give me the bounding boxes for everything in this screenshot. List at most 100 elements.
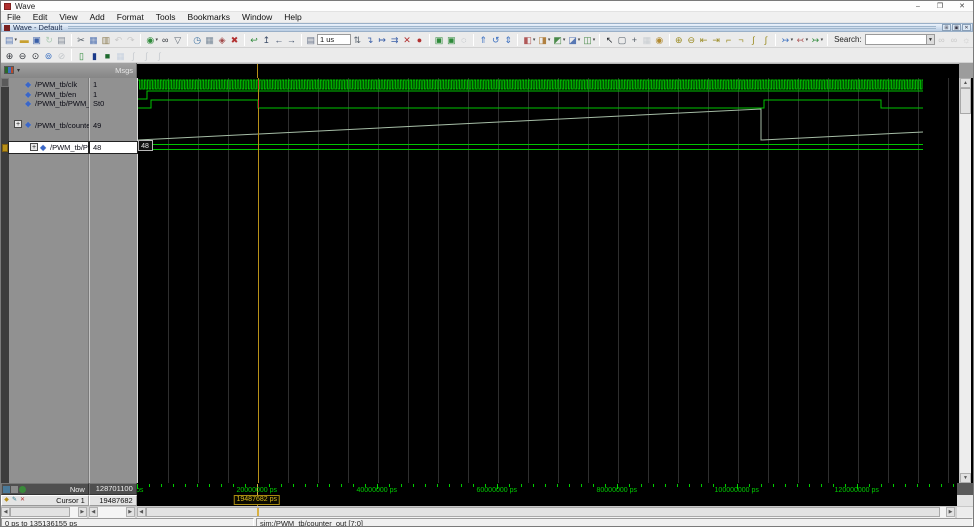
signal-row[interactable]: ◆/PWM_tb/clk (9, 80, 88, 90)
dropdown-arrow-icon[interactable]: ▾ (806, 37, 809, 43)
menu-edit[interactable]: Edit (27, 12, 54, 23)
cursors-icon[interactable] (3, 485, 10, 493)
signal-row[interactable]: ◆/PWM_tb/en (9, 90, 88, 100)
stoplight-button[interactable]: ◉ (653, 33, 665, 46)
signal-value-row[interactable]: 1 (90, 80, 137, 89)
timeline-ruler[interactable]: 0 ps 20000000 ps 40000000 ps 60000000 ps 800… (136, 483, 958, 495)
paste-button[interactable]: ▥ (100, 33, 112, 46)
wave-group-icon[interactable] (4, 66, 14, 74)
zoom-mode-button[interactable]: ▢ (616, 33, 628, 46)
scroll-up-arrow-icon[interactable]: ▲ (960, 78, 971, 88)
full-edge-button[interactable]: ∫ (127, 49, 140, 62)
values-hscrollbar[interactable]: ◀ ▶ (88, 507, 137, 518)
search-up-button[interactable]: ∞ (948, 33, 960, 46)
profile-button[interactable]: ◈ (216, 33, 228, 46)
dropdown-arrow-icon[interactable]: ▾ (533, 37, 536, 43)
step-button[interactable]: ▣ (433, 33, 445, 46)
search-down-button[interactable]: ∞ (935, 33, 947, 46)
find-last-button[interactable]: ⇕ (502, 33, 514, 46)
dropdown-arrow-icon[interactable]: ▾ (593, 37, 596, 43)
delete-cursor-icon[interactable]: ✕ (19, 497, 26, 504)
add-wave-button[interactable]: ↩ (248, 33, 260, 46)
names-hscrollbar[interactable]: ◀ ▶ (1, 507, 89, 518)
event-format-button[interactable]: ■ (101, 49, 114, 62)
signal-row[interactable]: + ◆/PWM_tb/counter_out (9, 108, 108, 142)
back-button[interactable]: ← (273, 33, 285, 46)
analog-format-button[interactable]: ▦ (114, 49, 127, 62)
run-length-input[interactable] (317, 34, 351, 45)
rising-edge-button[interactable]: ∫ (140, 49, 153, 62)
pause-button[interactable]: ◌ (458, 33, 470, 46)
close-button[interactable]: ✕ (951, 1, 973, 12)
signal-value-row[interactable]: St0 (90, 99, 137, 108)
pane-maximize-button[interactable]: ▣ (952, 24, 961, 31)
dropdown-arrow-icon[interactable]: ▾ (156, 37, 159, 43)
wave-hscrollbar[interactable]: ◀ ▶ (136, 507, 958, 518)
search-options-button[interactable]: ☼ (960, 33, 972, 46)
signal-row[interactable]: ◆/PWM_tb/PWM_out (9, 99, 101, 109)
scroll-left-arrow-icon[interactable]: ◀ (136, 507, 146, 517)
prev-rising-edge-button[interactable]: ∫ (747, 33, 759, 46)
print-button[interactable]: ▤ (55, 33, 67, 46)
restore-button[interactable]: ❐ (929, 1, 951, 12)
signal-value-row[interactable]: 1 (90, 90, 137, 99)
cut-button[interactable]: ✂ (75, 33, 87, 46)
scroll-up-icon[interactable] (1, 78, 9, 87)
run-button[interactable]: ↴ (363, 33, 375, 46)
titlebar[interactable]: Wave – ❐ ✕ (1, 1, 973, 12)
wave-hscroll-thumb[interactable] (145, 507, 940, 517)
expand-icon[interactable]: + (30, 142, 38, 151)
literal-format-button[interactable]: ▯ (75, 49, 88, 62)
msgs-column-header[interactable]: Msgs (115, 66, 133, 75)
grid-icon[interactable] (11, 485, 18, 493)
continue-button[interactable]: ↦ (376, 33, 388, 46)
dropdown-arrow-icon[interactable]: ▾ (14, 37, 17, 43)
minimize-button[interactable]: – (907, 1, 929, 12)
search-input[interactable] (864, 34, 927, 45)
dropdown-arrow-icon[interactable]: ▾ (563, 37, 566, 43)
menu-window[interactable]: Window (236, 12, 278, 23)
edit-cursor-icon[interactable]: ✎ (11, 497, 18, 504)
prev-falling-edge-button[interactable]: ⌐ (722, 33, 734, 46)
dropdown-arrow-icon[interactable]: ▾ (821, 37, 824, 43)
zoom-cursor-button[interactable]: ⊚ (42, 49, 55, 62)
scroll-left-arrow-icon[interactable]: ◀ (1, 507, 10, 517)
scroll-down-arrow-icon[interactable]: ▼ (960, 473, 971, 483)
stop-button[interactable]: ● (413, 33, 425, 46)
insert-cursor-button[interactable]: ⊕ (673, 33, 685, 46)
zoom-range-button[interactable]: ⊘ (55, 49, 68, 62)
names-hscroll-thumb[interactable] (10, 507, 70, 517)
menu-file[interactable]: File (1, 12, 27, 23)
edit-mode-button[interactable]: ▦ (641, 33, 653, 46)
scroll-right-arrow-icon[interactable]: ▶ (125, 507, 135, 517)
memory-button[interactable]: ▦ (203, 33, 215, 46)
restart-button[interactable]: ▤ (305, 33, 317, 46)
zoom-full-button[interactable]: ⊙ (29, 49, 42, 62)
scroll-right-arrow-icon[interactable]: ▶ (77, 507, 87, 517)
signal-row[interactable]: + ◆/PWM_tb/PWM_CW (8, 141, 118, 154)
break-button[interactable]: ✕ (401, 33, 413, 46)
cursor-time-flag[interactable]: 19487682 ps (233, 495, 280, 505)
scroll-right-arrow-icon[interactable]: ▶ (946, 507, 956, 517)
run-length-spinner[interactable]: ⇅ (351, 33, 363, 46)
expand-icon[interactable] (19, 485, 26, 493)
vscroll-thumb[interactable] (960, 88, 971, 114)
forward-button[interactable]: → (285, 33, 297, 46)
copy-button[interactable]: ▦ (87, 33, 99, 46)
wave-vscrollbar[interactable]: ▲ ▼ (959, 78, 971, 483)
run-all-button[interactable]: ⇉ (388, 33, 400, 46)
falling-edge-button[interactable]: ∫ (153, 49, 166, 62)
left-gutter-scrollbar[interactable] (1, 78, 9, 483)
redo-button[interactable]: ↷ (125, 33, 137, 46)
select-mode-button[interactable]: ↖ (603, 33, 615, 46)
delete-cursor-button[interactable]: ⊖ (685, 33, 697, 46)
chevron-down-icon[interactable]: ▾ (17, 67, 20, 74)
menu-help[interactable]: Help (278, 12, 307, 23)
find-button[interactable]: ∞ (159, 33, 171, 46)
move-up-button[interactable]: ↥ (260, 33, 272, 46)
pane-titlebar[interactable]: Wave - Default ⊞ ▣ ✕ (1, 23, 973, 32)
refresh-wave-button[interactable]: ↺ (490, 33, 502, 46)
pane-dock-button[interactable]: ⊞ (942, 24, 951, 31)
pan-mode-button[interactable]: + (628, 33, 640, 46)
waveform-area[interactable]: 48 (138, 78, 959, 483)
